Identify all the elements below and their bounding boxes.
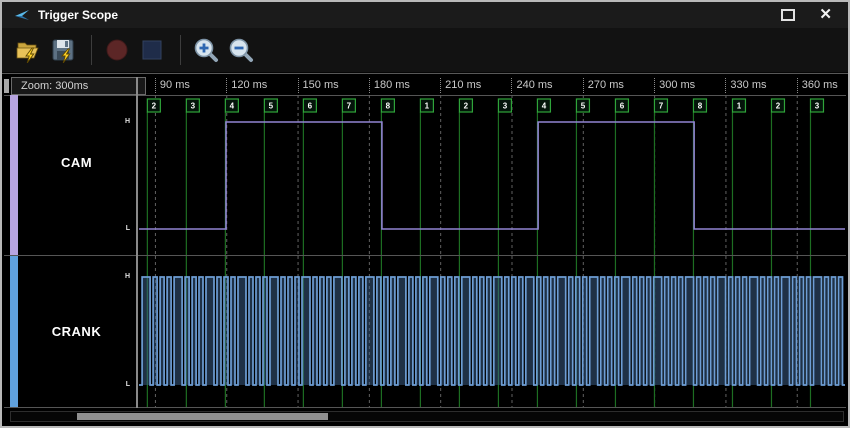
splitter-grip[interactable]: [4, 79, 9, 93]
timeline-tick: 210 ms: [440, 78, 481, 93]
timeline-tick: 150 ms: [298, 78, 339, 93]
title-bar: Trigger Scope ✕: [2, 2, 848, 28]
trigger-marker-number: 4: [542, 102, 547, 111]
crank-channel-name: CRANK: [18, 324, 135, 339]
stop-button[interactable]: [136, 34, 168, 66]
folder-open-icon: [15, 37, 41, 63]
toolbar-separator: [180, 35, 181, 65]
trigger-scope-window: Trigger Scope ✕: [0, 0, 850, 428]
trigger-marker-number: 7: [347, 102, 352, 111]
timeline-tick: 300 ms: [654, 78, 695, 93]
trigger-marker-number: 2: [152, 102, 157, 111]
crank-waveform-plot: [139, 256, 845, 407]
toolbar: [2, 28, 848, 73]
cam-channel-name: CAM: [18, 155, 135, 170]
maximize-button[interactable]: [781, 9, 795, 21]
trigger-marker-number: 6: [308, 102, 313, 111]
cam-channel-stripe: [10, 95, 18, 255]
trigger-marker-number: 8: [698, 102, 703, 111]
window-title: Trigger Scope: [38, 8, 118, 22]
cam-label-panel: CAM H L: [18, 95, 135, 255]
trigger-marker-number: 2: [776, 102, 781, 111]
save-button[interactable]: [47, 34, 79, 66]
trigger-marker-number: 3: [815, 102, 820, 111]
timeline-tick: 240 ms: [511, 78, 552, 93]
trigger-marker-number: 2: [464, 102, 469, 111]
app-icon: [14, 8, 30, 22]
save-icon: [50, 37, 76, 63]
cam-high-label: H: [125, 118, 130, 125]
channel-row-crank: CRANK H L: [2, 256, 848, 407]
zoom-out-icon: [228, 37, 255, 64]
record-button[interactable]: [101, 34, 133, 66]
channel-row-cam: CAM H L 2 3 4 5 6 7 8 1 2 3 4 5 6 7 8 1 2 3: [2, 95, 848, 255]
timeline-tick: 180 ms: [369, 78, 410, 93]
scrollbar-thumb[interactable]: [77, 413, 328, 420]
trigger-marker-number: 4: [230, 102, 235, 111]
zoom-level-label: Zoom: 300ms: [11, 77, 146, 95]
scope-area: Zoom: 300ms 90 ms 120 ms 150 ms 180 ms 210 m…: [2, 73, 848, 426]
open-button[interactable]: [12, 34, 44, 66]
timeline-tick: 120 ms: [226, 78, 267, 93]
trigger-marker-number: 8: [386, 102, 391, 111]
record-icon: [104, 37, 130, 63]
trigger-marker-number: 3: [191, 102, 196, 111]
trigger-marker-number: 1: [737, 102, 742, 111]
close-button[interactable]: ✕: [819, 8, 832, 22]
crank-channel-stripe: [10, 256, 18, 407]
trigger-marker-number: 7: [659, 102, 664, 111]
timeline-tick: 270 ms: [583, 78, 624, 93]
trigger-marker-number: 3: [503, 102, 508, 111]
cam-waveform-plot: 2 3 4 5 6 7 8 1 2 3 4 5 6 7 8 1 2 3: [139, 95, 845, 255]
window-controls: ✕: [781, 8, 832, 22]
zoom-out-button[interactable]: [225, 34, 257, 66]
cam-trace: [139, 122, 845, 229]
crank-low-label: L: [126, 381, 130, 388]
timeline-tick: 330 ms: [725, 78, 766, 93]
cam-low-label: L: [126, 225, 130, 232]
toolbar-separator: [91, 35, 92, 65]
horizontal-scrollbar[interactable]: [10, 411, 844, 422]
panel-plot-divider: [136, 77, 138, 408]
trigger-marker-number: 5: [581, 102, 586, 111]
timeline-tick: 90 ms: [155, 78, 190, 93]
trigger-marker-number: 6: [620, 102, 625, 111]
bottom-divider: [4, 407, 846, 408]
stop-icon: [139, 37, 165, 63]
trigger-marker-number: 1: [425, 102, 430, 111]
crank-label-panel: CRANK H L: [18, 256, 135, 407]
zoom-in-icon: [193, 37, 220, 64]
timeline-ruler: 90 ms 120 ms 150 ms 180 ms 210 ms 240 ms 270 m…: [139, 77, 845, 95]
trigger-marker-number: 5: [269, 102, 274, 111]
crank-high-label: H: [125, 273, 130, 280]
zoom-in-button[interactable]: [190, 34, 222, 66]
timeline-tick: 360 ms: [797, 78, 838, 93]
